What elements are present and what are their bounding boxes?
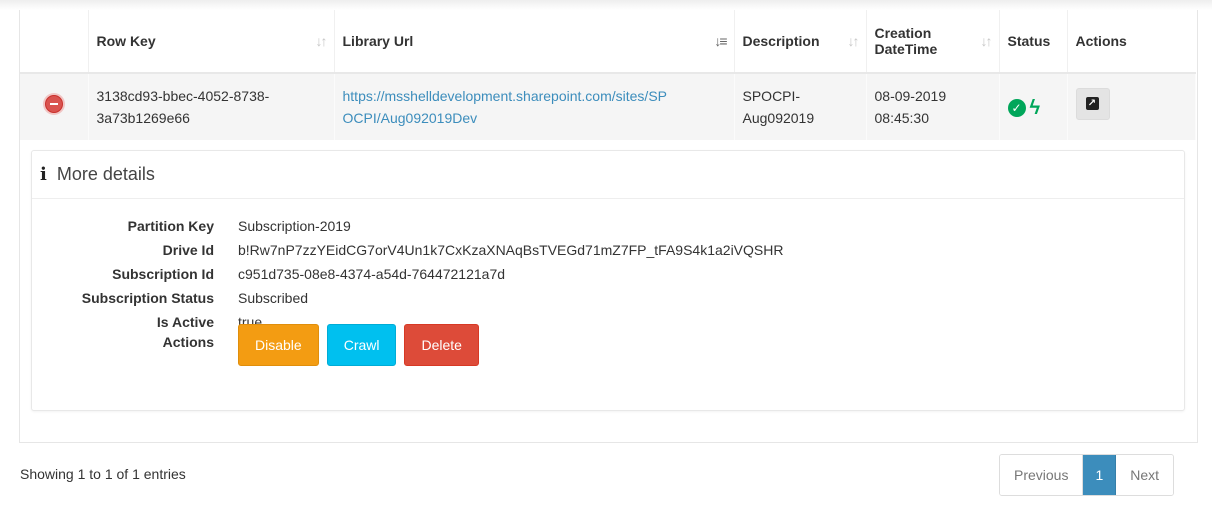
sort-icon[interactable]: ↓↑: [981, 33, 993, 49]
pagination: Previous 1 Next: [999, 454, 1175, 496]
detail-key: Actions: [162, 334, 214, 350]
remove-cell: [20, 73, 89, 140]
open-details-button[interactable]: ↗: [1075, 88, 1110, 120]
row-key-text: 3a73b1269e66: [96, 110, 190, 126]
delete-button[interactable]: Delete: [404, 324, 479, 366]
actions-cell: ↗: [1067, 73, 1196, 140]
crawl-button[interactable]: Crawl: [326, 324, 397, 366]
detail-key: Partition Key: [127, 218, 214, 234]
description-text: SPOCPI-: [742, 88, 801, 104]
detail-value: c951d735-08e8-4374-a54d-764472121a7d: [238, 266, 506, 282]
info-icon: i: [40, 164, 47, 185]
creation-time-text: 08:45:30: [874, 110, 930, 126]
external-link-icon: ↗: [1085, 97, 1099, 110]
column-header-remove: [20, 10, 89, 74]
column-header-label: Row Key: [96, 33, 156, 49]
top-shadow: [0, 0, 1212, 10]
collapse-row-icon[interactable]: [44, 95, 63, 113]
row-key-cell: 3138cd93-bbec-4052-8738- 3a73b1269e66: [88, 73, 335, 140]
more-details-title: More details: [56, 164, 155, 184]
table-header-row: Row Key ↓↑ Library Url ↓≡ Description ↓↑…: [20, 10, 1195, 74]
detail-key: Subscription Status: [81, 290, 214, 306]
detail-row: Subscription Status Subscribed: [32, 286, 783, 310]
more-details-header: i More details: [32, 151, 1184, 199]
table-info: Showing 1 to 1 of 1 entries: [20, 466, 186, 482]
column-header-label: Actions: [1075, 33, 1127, 49]
column-header-label: DateTime: [874, 41, 938, 57]
check-circle-icon: ✓: [1007, 98, 1026, 117]
column-header-creation-datetime[interactable]: Creation DateTime ↓↑: [866, 10, 1000, 74]
column-header-actions: Actions: [1067, 10, 1195, 74]
sort-icon[interactable]: ↓↑: [848, 33, 860, 49]
more-details-panel: i More details Partition Key Subscriptio…: [31, 150, 1185, 411]
detail-key: Drive Id: [162, 242, 214, 258]
description-text: Aug092019: [742, 110, 815, 126]
pager-page-1-button[interactable]: 1: [1083, 455, 1117, 495]
library-url-cell: https://msshelldevelopment.sharepoint.co…: [334, 73, 735, 140]
detail-value: Subscription-2019: [238, 218, 351, 234]
detail-value: b!Rw7nP7zzYEidCG7orV4Un1k7CxKzaXNAqBsTVE…: [238, 242, 784, 258]
sort-ascending-icon[interactable]: ↓≡: [714, 33, 727, 49]
detail-row: Subscription Id c951d735-08e8-4374-a54d-…: [32, 262, 783, 286]
creation-datetime-cell: 08-09-2019 08:45:30: [866, 73, 1000, 140]
subscriptions-table: Row Key ↓↑ Library Url ↓≡ Description ↓↑…: [20, 10, 1196, 140]
detail-key: Is Active: [156, 314, 214, 330]
status-cell: ✓ ϟ: [999, 73, 1068, 140]
library-url-link[interactable]: https://msshelldevelopment.sharepoint.co…: [343, 88, 668, 126]
column-header-label: Status: [1007, 33, 1051, 49]
disable-button[interactable]: Disable: [238, 324, 319, 366]
row-key-text: 3138cd93-bbec-4052-8738-: [96, 88, 270, 104]
details-list: Partition Key Subscription-2019 Drive Id…: [32, 214, 783, 366]
column-header-library-url[interactable]: Library Url ↓≡: [334, 10, 735, 74]
table-row: 3138cd93-bbec-4052-8738- 3a73b1269e66 ht…: [20, 73, 1196, 140]
column-header-description[interactable]: Description ↓↑: [734, 10, 867, 74]
detail-row: Drive Id b!Rw7nP7zzYEidCG7orV4Un1k7CxKza…: [32, 238, 784, 262]
detail-row: Partition Key Subscription-2019: [32, 214, 783, 238]
pager-previous-button[interactable]: Previous: [1000, 455, 1084, 495]
detail-value: Subscribed: [238, 290, 309, 306]
sort-icon[interactable]: ↓↑: [316, 33, 328, 49]
description-cell: SPOCPI- Aug092019: [734, 73, 867, 140]
column-header-label: Creation: [874, 25, 932, 41]
detail-key: Subscription Id: [112, 266, 214, 282]
column-header-label: Description: [742, 33, 820, 49]
bolt-icon: ϟ: [1029, 96, 1041, 119]
detail-actions: Disable Crawl Delete: [238, 324, 479, 366]
creation-date-text: 08-09-2019: [874, 88, 947, 104]
column-header-label: Library Url: [342, 33, 414, 49]
column-header-row-key[interactable]: Row Key ↓↑: [88, 10, 335, 74]
pager-next-button[interactable]: Next: [1116, 455, 1174, 495]
column-header-status: Status: [999, 10, 1068, 74]
detail-row-actions: Actions Disable Crawl Delete: [32, 324, 783, 366]
